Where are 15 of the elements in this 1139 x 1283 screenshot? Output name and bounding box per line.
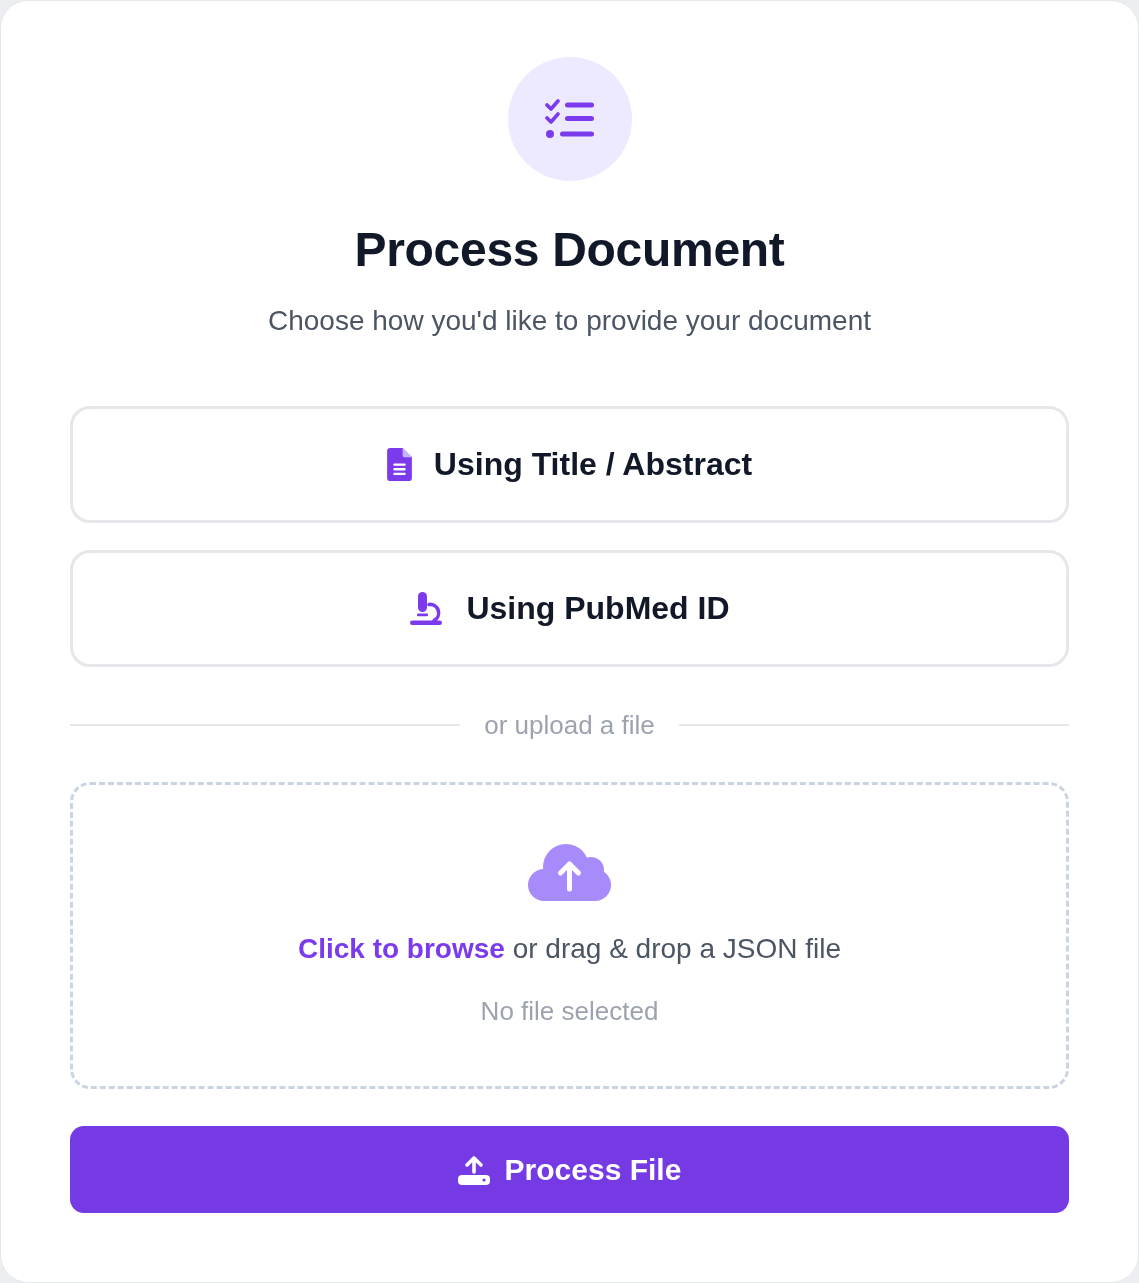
drop-instructions: Click to browse or drag & drop a JSON file [297, 932, 842, 966]
option-button[interactable]: Using Title / Abstract [70, 406, 1069, 523]
option-button[interactable]: Using PubMed ID [70, 550, 1069, 667]
cloud-upload-icon [528, 843, 611, 901]
checklist-icon [544, 99, 595, 139]
dialog-title: Process Document [354, 222, 785, 278]
document-icon [386, 448, 412, 481]
divider-label: or upload a file [484, 709, 655, 742]
microscope-icon [409, 591, 445, 626]
file-drop-zone[interactable]: Click to browse or drag & drop a JSON file No file selected [70, 782, 1069, 1089]
upload-icon [457, 1154, 490, 1185]
process-file-button[interactable]: Process File [70, 1126, 1069, 1213]
browse-link[interactable]: Click to browse [297, 933, 505, 964]
dialog-subtitle: Choose how you'd like to provide your document [268, 304, 871, 338]
file-status: No file selected [480, 995, 659, 1028]
